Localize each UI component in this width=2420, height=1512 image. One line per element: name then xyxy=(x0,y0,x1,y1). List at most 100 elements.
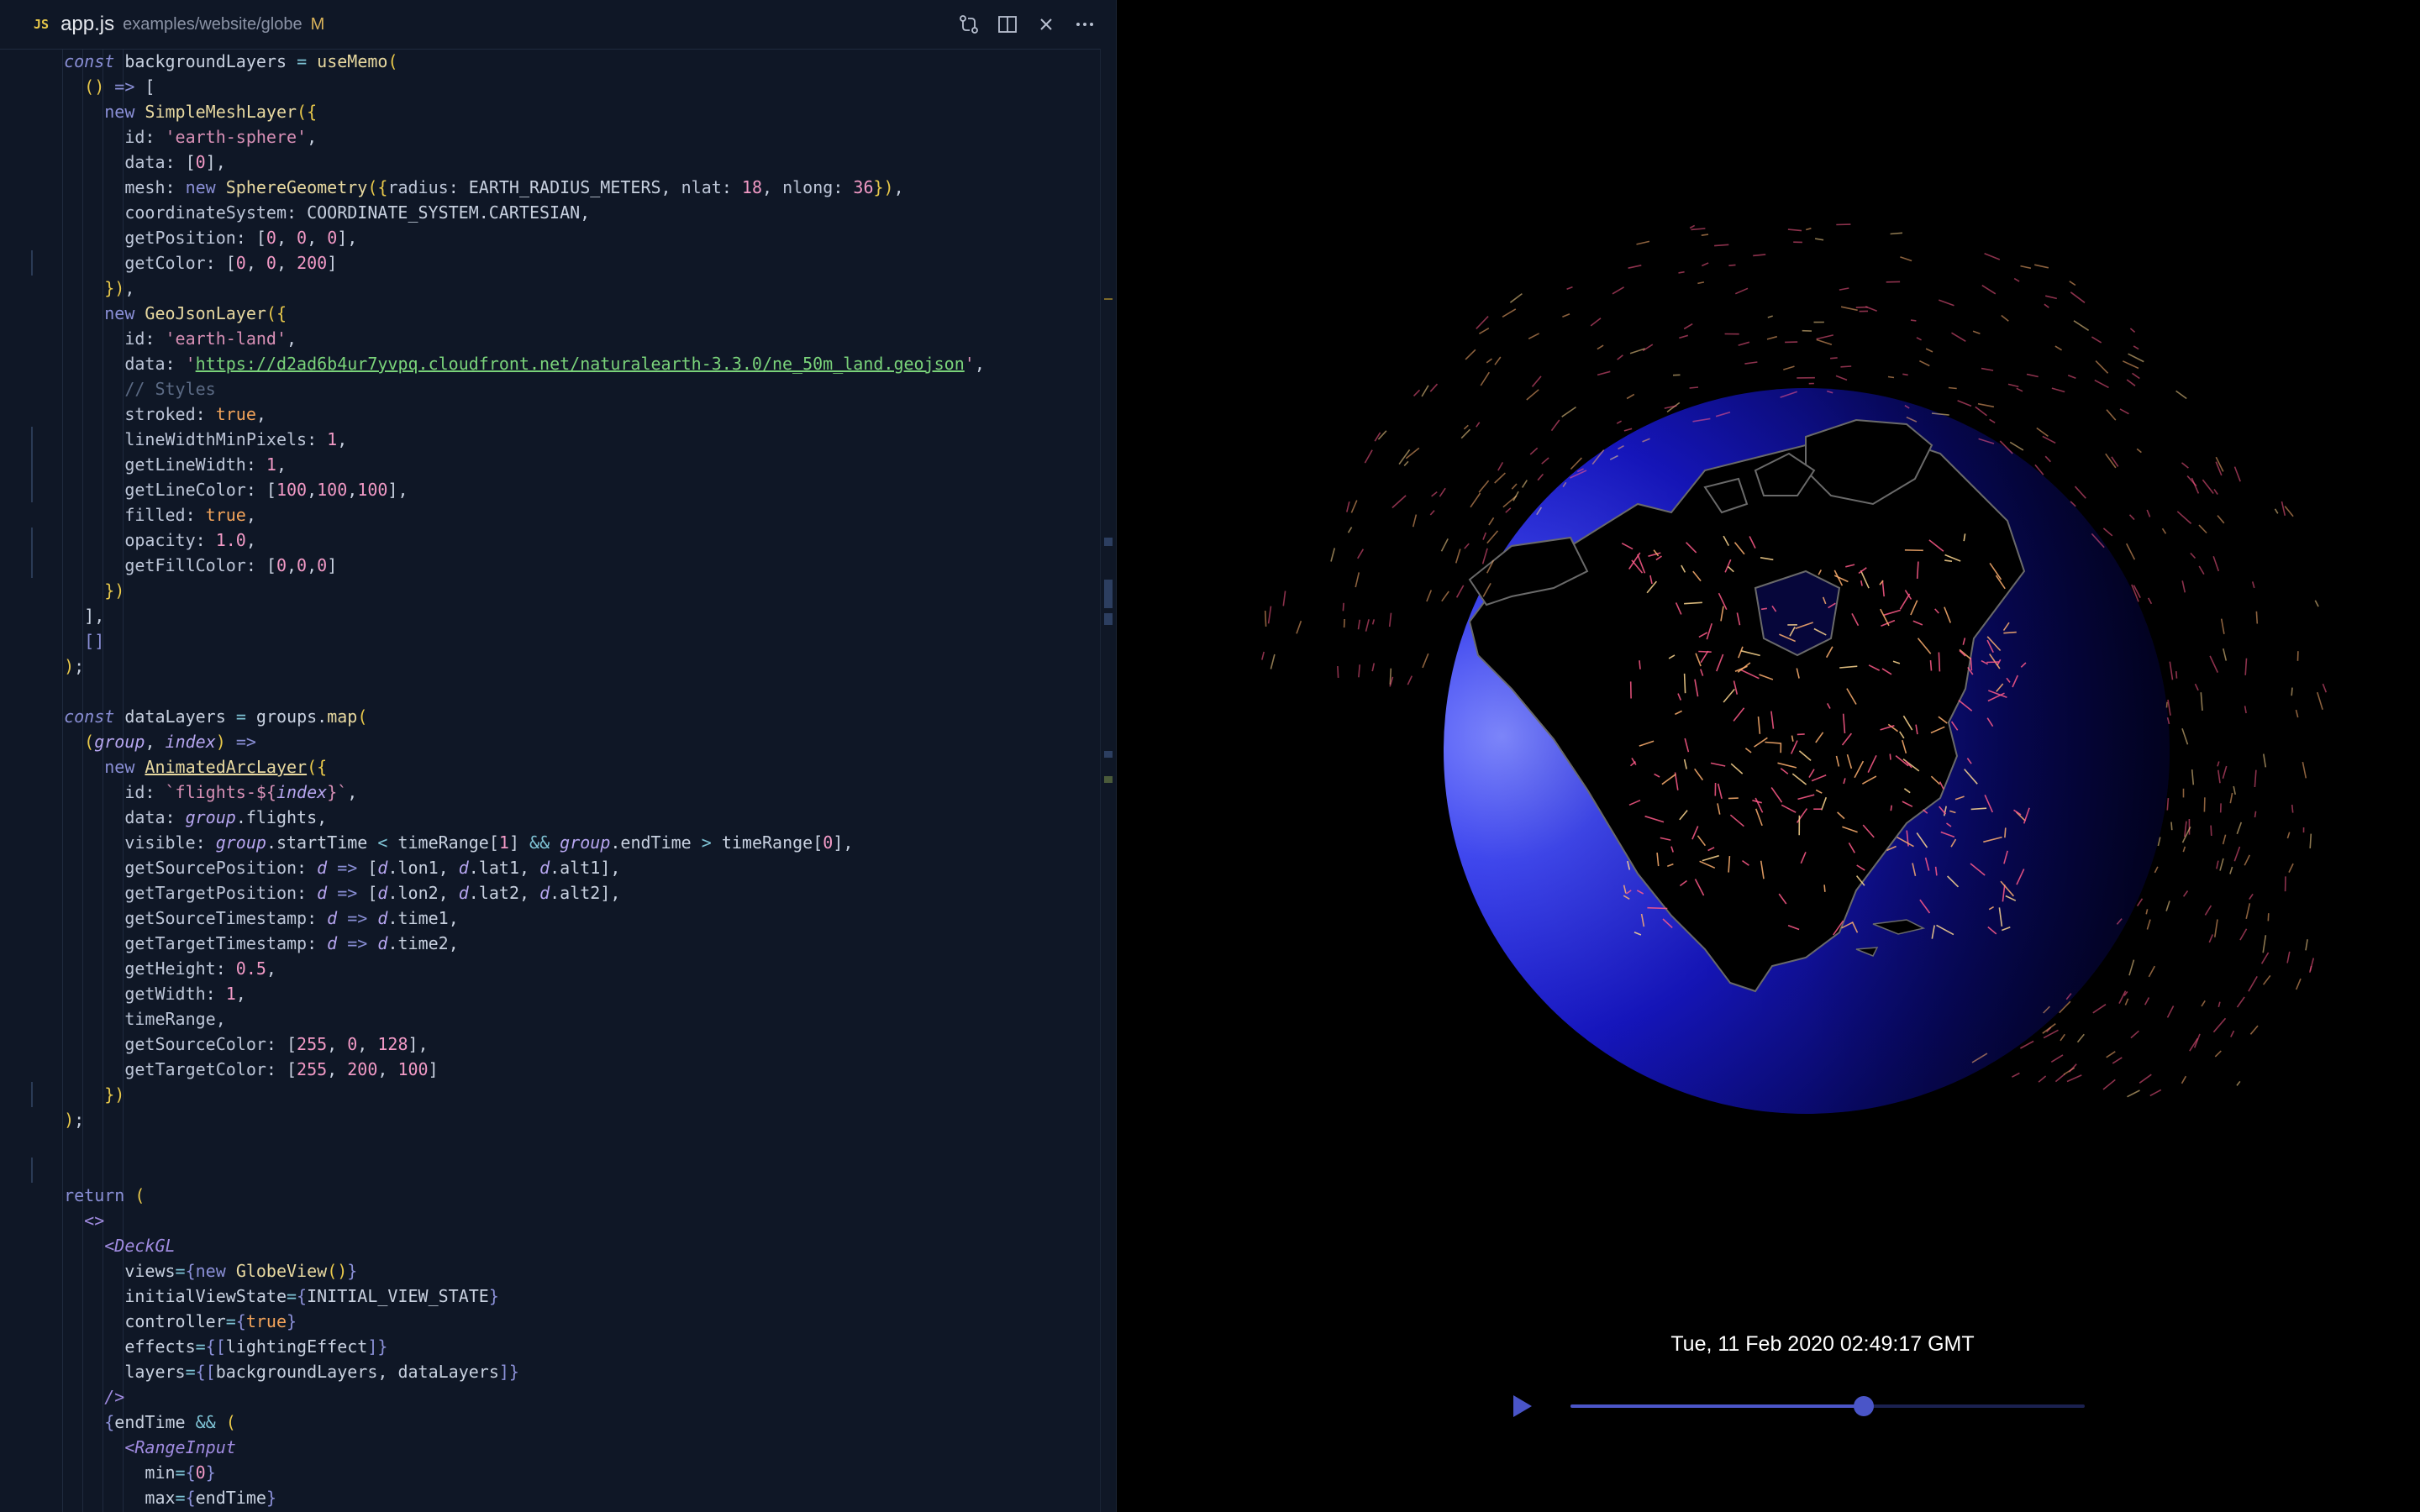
code-token: index xyxy=(276,782,328,802)
code-token: : xyxy=(165,354,186,374)
flight-arc xyxy=(2182,890,2189,897)
close-tab-button[interactable] xyxy=(1032,10,1060,39)
flight-arc xyxy=(1683,673,1686,694)
code-line: initialViewState={INITIAL_VIEW_STATE} xyxy=(0,1284,1101,1309)
code-token: , xyxy=(124,278,135,298)
flight-arc xyxy=(1531,375,1542,387)
code-line: layers={[backgroundLayers, dataLayers]} xyxy=(0,1359,1101,1384)
slider-thumb[interactable] xyxy=(1853,1396,1874,1416)
flight-arc xyxy=(1814,238,1824,241)
flight-arc xyxy=(2267,913,2270,921)
flight-arc xyxy=(2288,863,2294,873)
flight-arc xyxy=(2191,769,2195,785)
flight-arc xyxy=(1346,501,1350,512)
code-token: , xyxy=(276,253,297,273)
flight-arc xyxy=(2219,858,2224,871)
flight-arc xyxy=(1744,361,1758,365)
code-token: 0 xyxy=(297,555,308,575)
flight-arc xyxy=(1972,330,1981,334)
flight-arc xyxy=(2124,998,2129,1005)
code-token: , xyxy=(357,1034,378,1054)
flight-arc xyxy=(2230,1030,2235,1037)
tab-app-js[interactable]: JS app.js examples/website/globe M xyxy=(0,0,324,49)
code-token: const xyxy=(64,51,115,71)
code-token: : [ xyxy=(245,480,276,500)
flight-arc xyxy=(1350,500,1358,513)
code-line: new GeoJsonLayer({ xyxy=(0,301,1101,326)
flight-arc xyxy=(1889,753,1891,760)
code-token: getTargetPosition xyxy=(124,883,297,903)
flight-arc xyxy=(1347,527,1353,533)
flight-arc xyxy=(1460,428,1471,439)
flight-arc xyxy=(2044,455,2051,463)
flight-arc xyxy=(1566,286,1573,291)
play-button[interactable] xyxy=(1507,1391,1537,1421)
code-editor[interactable]: JS app.js examples/website/globe M const… xyxy=(0,0,1117,1512)
editor-scrollbar[interactable] xyxy=(1100,49,1116,1512)
flight-arc xyxy=(2146,509,2151,517)
code-token: : xyxy=(185,505,206,525)
flight-arc xyxy=(1463,424,1469,430)
code-line: (group, index) => xyxy=(0,729,1101,754)
code-token: 1.0 xyxy=(215,530,246,550)
flight-arc xyxy=(1371,619,1376,625)
flight-arc xyxy=(2263,753,2267,768)
flight-arc xyxy=(2255,611,2259,624)
split-editor-button[interactable] xyxy=(993,10,1022,39)
code-token: 128 xyxy=(377,1034,408,1054)
flight-arc xyxy=(1787,228,1802,232)
code-token: data xyxy=(124,354,166,374)
code-token: 0 xyxy=(195,1462,206,1483)
globe-visualization[interactable]: Tue, 11 Feb 2020 02:49:17 GMT xyxy=(1117,0,2420,1512)
flight-arc xyxy=(2070,291,2086,303)
code-token: INITIAL_VIEW_STATE xyxy=(307,1286,489,1306)
flight-arc xyxy=(2181,826,2191,843)
flight-arc xyxy=(2166,798,2170,811)
flight-arc xyxy=(1486,530,1499,544)
code-token: 255 xyxy=(297,1034,328,1054)
code-token: : [ xyxy=(245,555,276,575)
code-token: 0 xyxy=(276,555,287,575)
flight-arc xyxy=(1916,337,1922,341)
flight-arc xyxy=(2136,448,2142,454)
code-token: [] xyxy=(84,631,105,651)
code-token: 200 xyxy=(347,1059,378,1079)
flight-arc xyxy=(2248,975,2258,992)
code-token: = xyxy=(286,1286,297,1306)
flight-arc xyxy=(2020,265,2032,270)
code-token: }) xyxy=(104,580,125,601)
globe-map[interactable] xyxy=(1117,0,2420,1260)
code-line: mesh: new SphereGeometry({radius: EARTH_… xyxy=(0,175,1101,200)
code-token: d xyxy=(327,933,338,953)
code-token: const xyxy=(64,706,115,727)
more-actions-button[interactable] xyxy=(1071,10,1099,39)
compare-changes-button[interactable] xyxy=(955,10,983,39)
flight-arc xyxy=(1562,313,1570,318)
code-token: 'earth-sphere' xyxy=(165,127,308,147)
flight-arc xyxy=(2286,951,2291,963)
code-token: d xyxy=(327,908,338,928)
code-token: > xyxy=(701,832,712,853)
code-token: , xyxy=(266,958,276,979)
flight-arc xyxy=(1526,389,1539,401)
flight-arc xyxy=(1981,367,1994,371)
code-line: stroked: true, xyxy=(0,402,1101,427)
code-token: 100 xyxy=(317,480,348,500)
code-area[interactable]: const backgroundLayers = useMemo( () => … xyxy=(0,49,1101,1512)
flight-arc xyxy=(1296,620,1302,634)
code-token: => xyxy=(337,858,358,878)
code-token: , xyxy=(307,228,328,248)
code-line: ); xyxy=(0,1107,1101,1132)
more-actions-icon xyxy=(1076,23,1093,26)
time-range-slider[interactable] xyxy=(1570,1394,2085,1418)
code-token: getSourceTimestamp xyxy=(124,908,308,928)
flight-arc xyxy=(2236,1080,2241,1086)
